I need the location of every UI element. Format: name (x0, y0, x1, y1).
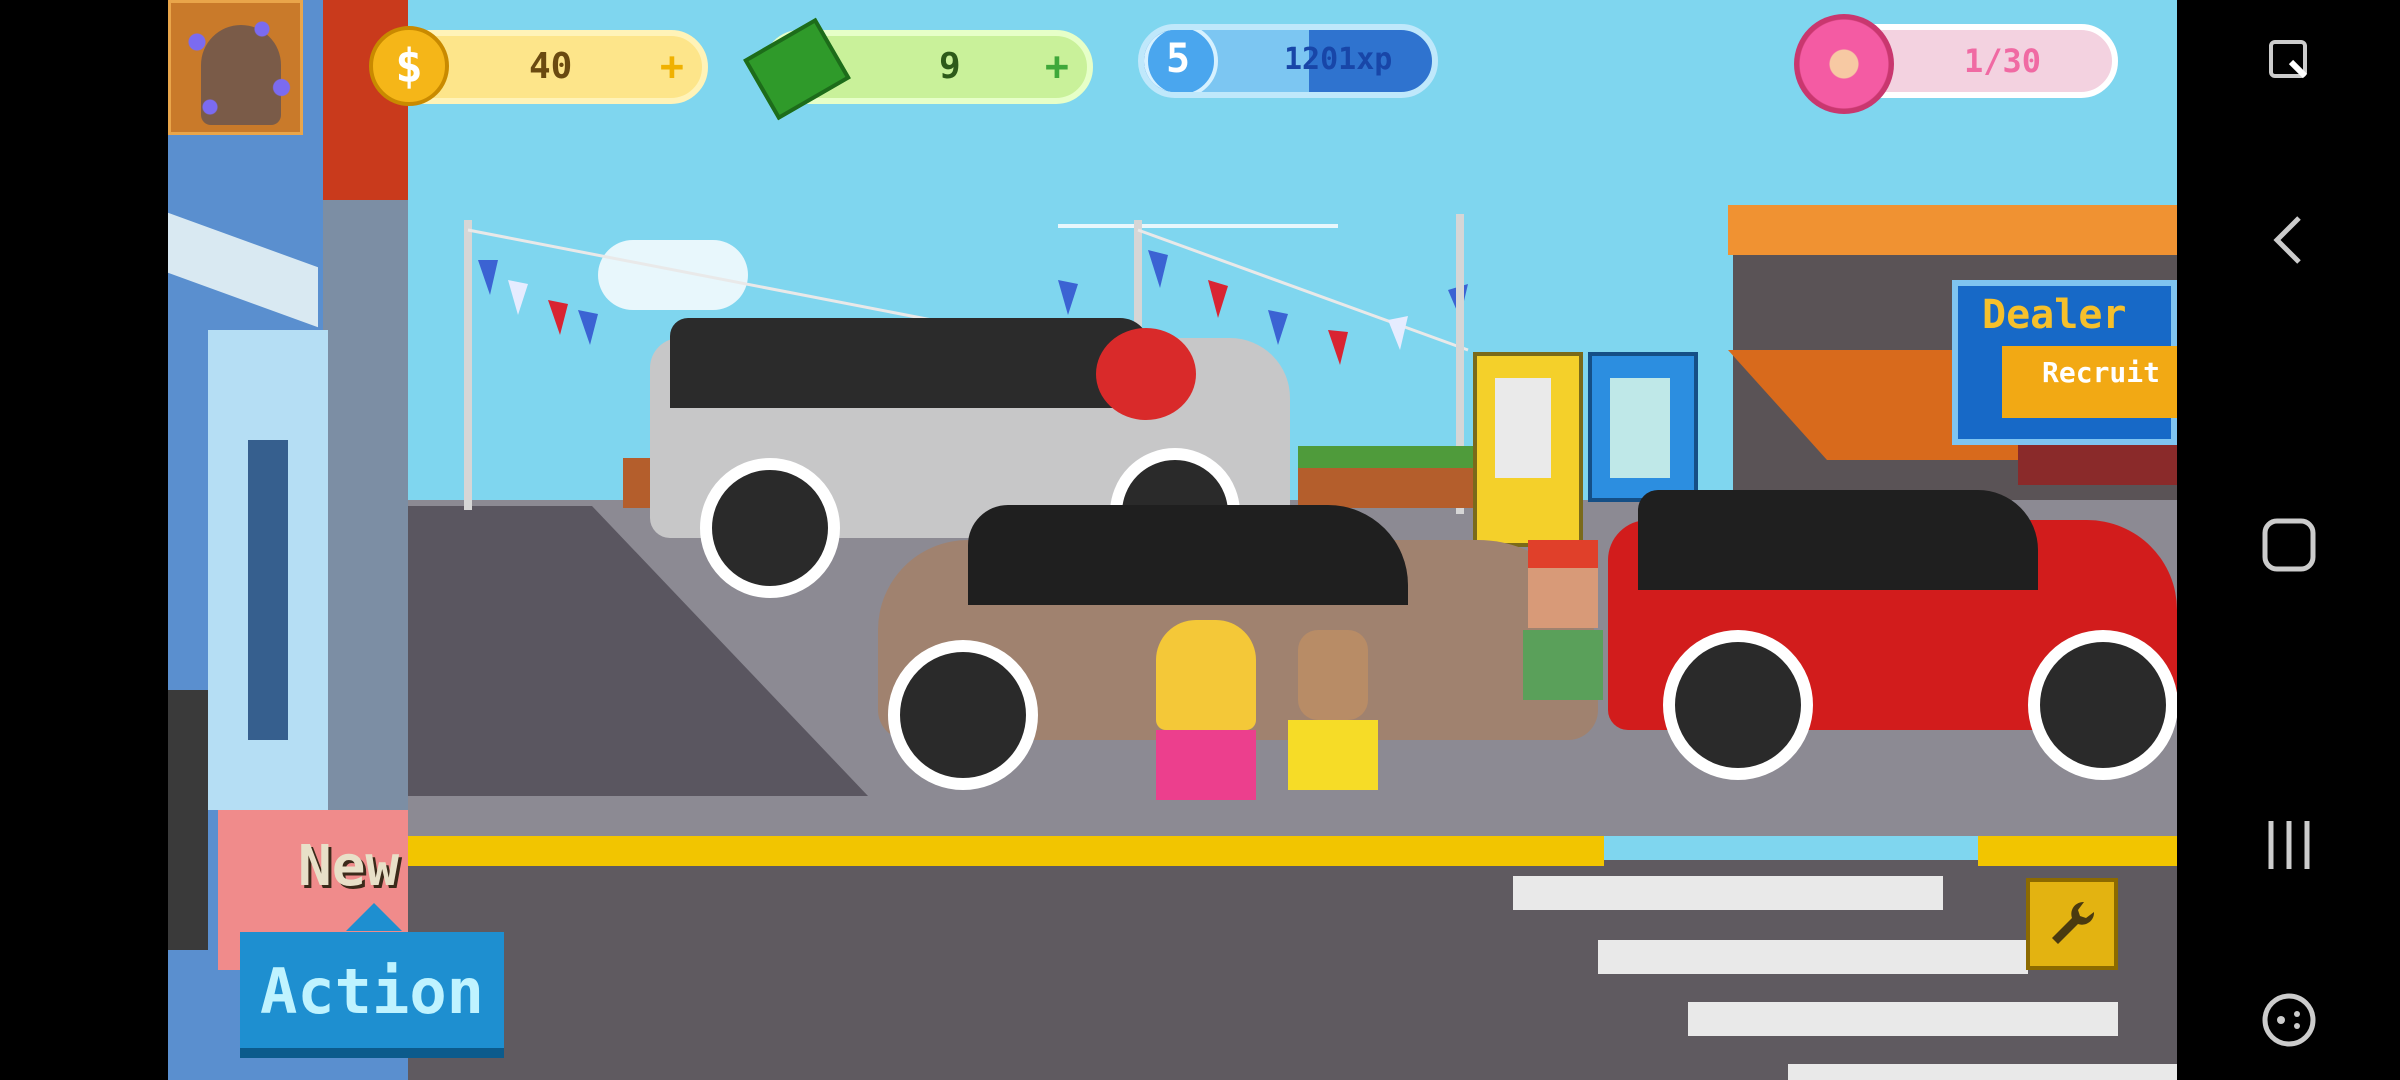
donut-icon (1794, 14, 1894, 114)
donut-counter[interactable]: 1/30 (1794, 14, 2118, 114)
dealer-sign[interactable]: Dealer Recruit (1952, 280, 2177, 445)
game-controller-icon[interactable] (2177, 980, 2400, 1060)
road-curb-line (408, 836, 1604, 866)
building-column (323, 200, 408, 810)
car-window (1638, 490, 2038, 590)
crosswalk-stripe (1513, 876, 1943, 910)
bearded-customer[interactable] (1278, 630, 1388, 820)
cash-counter[interactable]: 9 + (743, 17, 1093, 121)
recents-icon[interactable] (2177, 800, 2400, 890)
screenshot-edit-icon[interactable] (2177, 20, 2400, 100)
car-window (968, 505, 1408, 605)
coins-value: 40 (529, 46, 573, 87)
cash-bill-icon (743, 17, 851, 121)
recruit-button[interactable]: Recruit (2002, 346, 2177, 418)
add-cash-icon[interactable]: + (1045, 44, 1069, 90)
cash-value: 9 (939, 46, 961, 87)
side-character[interactable] (168, 690, 208, 950)
dollar-coin-icon: $ (369, 26, 449, 106)
player-avatar[interactable] (168, 0, 303, 135)
car-window (670, 318, 1150, 408)
bandana (1528, 540, 1598, 570)
level-number: 5 (1166, 36, 1191, 82)
back-icon[interactable] (2177, 200, 2400, 280)
new-arrow-icon (346, 903, 402, 931)
crosswalk-stripe (1688, 1002, 2118, 1036)
head (1528, 568, 1598, 628)
car-wheel (2028, 630, 2177, 780)
new-label: New (298, 834, 400, 899)
red-car[interactable] (1608, 460, 2177, 790)
car-wheel (700, 458, 840, 598)
action-button[interactable]: Action (240, 932, 504, 1058)
car-wheel (888, 640, 1038, 790)
blonde-customer[interactable] (1146, 620, 1266, 830)
jacket (1156, 730, 1256, 800)
car-wheel (1663, 630, 1813, 780)
wrench-button[interactable] (2026, 878, 2118, 970)
avatar-sparkles (171, 3, 301, 133)
system-navbar (2177, 0, 2400, 1080)
dealer-sign-title: Dealer (1982, 292, 2127, 338)
salesman[interactable] (1508, 540, 1618, 720)
building-window (248, 440, 288, 740)
crosswalk-stripe (1788, 1064, 2177, 1080)
shirt (1288, 720, 1378, 790)
hair (1156, 620, 1256, 730)
helmet-character[interactable] (1096, 328, 1196, 420)
head (1298, 630, 1368, 720)
crosswalk-stripe (1598, 940, 2028, 974)
game-scene[interactable]: Dealer Recruit $ 40 + 9 + 5 1201xp 1/30 … (168, 0, 2177, 1080)
donut-value: 1/30 (1964, 42, 2042, 80)
shop-roof (1728, 205, 2177, 255)
xp-value: 1201xp (1284, 42, 1393, 77)
xp-bar[interactable]: 5 1201xp (1138, 24, 1438, 98)
vending-window (1495, 378, 1551, 478)
coins-counter[interactable]: $ 40 + (369, 26, 708, 106)
road-curb-line (1978, 836, 2177, 866)
shirt (1523, 630, 1603, 700)
add-coins-icon[interactable]: + (660, 44, 684, 90)
home-icon[interactable] (2177, 500, 2400, 590)
wrench-icon (2052, 901, 2095, 944)
